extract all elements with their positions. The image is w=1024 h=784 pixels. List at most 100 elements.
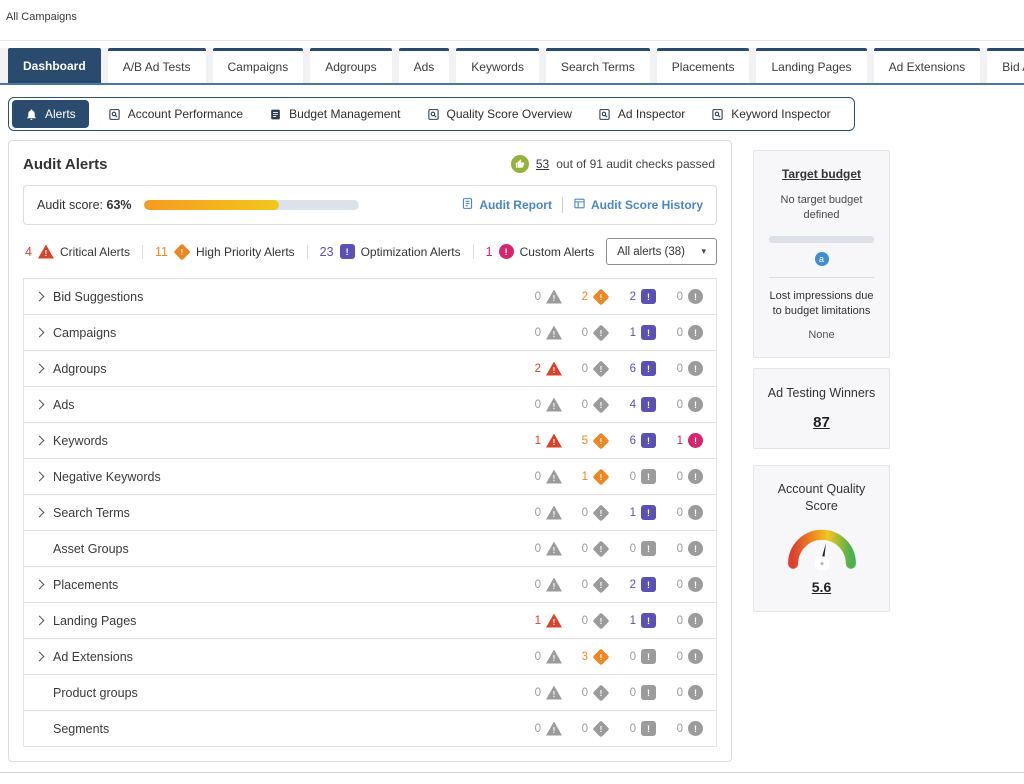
chevron-right-icon[interactable] xyxy=(34,507,45,518)
toolbar-item-alerts[interactable]: Alerts xyxy=(12,100,89,128)
table-row-ads[interactable]: Ads 0! 0! 4! 0! xyxy=(23,386,717,423)
toolbar-item-account-performance[interactable]: Account Performance xyxy=(95,98,256,130)
custom-alert-count: 0 xyxy=(676,362,683,375)
toolbar-item-quality-score-overview[interactable]: Quality Score Overview xyxy=(414,98,585,130)
optimization-alert-icon: ! xyxy=(641,361,656,376)
high-alert-cell: 3! xyxy=(562,648,610,665)
high-alert-count: 0 xyxy=(581,614,588,627)
account-quality-score-value[interactable]: 5.6 xyxy=(812,579,831,595)
high-alert-count: 3 xyxy=(581,650,588,663)
lost-impressions-value: None xyxy=(808,329,835,342)
row-label: Adgroups xyxy=(53,361,107,376)
audit-score-history-link[interactable]: Audit Score History xyxy=(573,197,703,213)
custom-alert-cell: 0! xyxy=(656,505,703,520)
alerts-filter-dropdown[interactable]: All alerts (38) ▾ xyxy=(606,238,717,265)
critical-alert-cell: 1! xyxy=(515,613,562,628)
tab-ads[interactable]: Ads xyxy=(398,48,450,83)
chevron-right-icon[interactable] xyxy=(34,399,45,410)
score-links: Audit Report Audit Score History xyxy=(461,197,703,213)
tab-landing-pages[interactable]: Landing Pages xyxy=(756,48,867,83)
row-alert-counts: 0! 0! 0! 0! xyxy=(515,720,703,737)
toolbar-item-keyword-inspector[interactable]: Keyword Inspector xyxy=(698,98,843,130)
table-row-bid-suggestions[interactable]: Bid Suggestions 0! 2! 2! 0! xyxy=(23,278,717,315)
table-row-landing-pages[interactable]: Landing Pages 1! 0! 1! 0! xyxy=(23,602,717,639)
table-row-placements[interactable]: Placements 0! 0! 2! 0! xyxy=(23,566,717,603)
chevron-right-icon[interactable] xyxy=(34,579,45,590)
critical-alert-cell: 0! xyxy=(515,469,562,484)
critical-alert-count: 0 xyxy=(534,542,541,555)
tab-dashboard[interactable]: Dashboard xyxy=(8,48,101,83)
custom-alert-count: 0 xyxy=(676,722,683,735)
ad-testing-winners-value[interactable]: 87 xyxy=(813,414,830,431)
critical-alert-cell: 0! xyxy=(515,397,562,412)
custom-alert-cell: 0! xyxy=(656,541,703,556)
table-row-ad-extensions[interactable]: Ad Extensions 0! 3! 0! 0! xyxy=(23,638,717,675)
optimization-alert-cell: 4! xyxy=(609,397,656,412)
audit-report-link[interactable]: Audit Report xyxy=(461,197,552,213)
high-alert-icon: ! xyxy=(173,243,191,260)
chevron-right-icon[interactable] xyxy=(34,363,45,374)
table-row-negative-keywords[interactable]: Negative Keywords 0! 1! 0! 0! xyxy=(23,458,717,495)
tab-search-terms[interactable]: Search Terms xyxy=(545,48,650,83)
custom-alert-cell: 0! xyxy=(656,685,703,700)
critical-alert-count: 0 xyxy=(534,470,541,483)
chevron-right-icon[interactable] xyxy=(34,435,45,446)
row-alert-counts: 0! 0! 4! 0! xyxy=(515,396,703,413)
optimization-alert-icon: ! xyxy=(641,721,656,736)
chevron-right-icon[interactable] xyxy=(34,651,45,662)
high-alert-icon: ! xyxy=(592,720,610,737)
tab-campaigns[interactable]: Campaigns xyxy=(212,48,304,83)
tab-bid-adjustments[interactable]: Bid Adjustments xyxy=(987,48,1024,83)
chevron-right-icon[interactable] xyxy=(34,327,45,338)
high-alert-icon: ! xyxy=(592,612,610,629)
summary-custom-alerts[interactable]: 1! Custom Alerts xyxy=(474,244,607,259)
audit-report-label: Audit Report xyxy=(479,198,552,212)
chevron-right-icon[interactable] xyxy=(34,291,45,302)
row-alert-counts: 0! 1! 0! 0! xyxy=(515,468,703,485)
breadcrumb[interactable]: All Campaigns xyxy=(6,11,77,23)
summary-optimization-alerts[interactable]: 23! Optimization Alerts xyxy=(308,244,474,259)
tab-placements[interactable]: Placements xyxy=(656,48,750,83)
tab-adgroups[interactable]: Adgroups xyxy=(310,48,392,83)
summary-critical-alerts[interactable]: 4! Critical Alerts xyxy=(23,244,143,259)
high-alert-count: 0 xyxy=(581,506,588,519)
high-alert-icon: ! xyxy=(592,468,610,485)
high-alert-icon: ! xyxy=(592,432,610,449)
summary-high-priority-alerts[interactable]: 11! High Priority Alerts xyxy=(143,243,308,260)
critical-alert-icon: ! xyxy=(546,397,562,412)
optimization-alert-cell: 0! xyxy=(609,469,656,484)
table-row-keywords[interactable]: Keywords 1! 5! 6! 1! xyxy=(23,422,717,459)
high-alert-count: 0 xyxy=(581,686,588,699)
doc-filled-icon xyxy=(269,108,282,121)
custom-alert-cell: 0! xyxy=(656,613,703,628)
alert-counts: 4! Critical Alerts 11! High Priority Alerts… xyxy=(23,243,607,260)
target-budget-link[interactable]: Target budget xyxy=(782,167,861,181)
toolbar-item-ad-inspector[interactable]: Ad Inspector xyxy=(585,98,698,130)
optimization-alert-count: 1 xyxy=(629,326,636,339)
checks-passed-link[interactable]: 53 xyxy=(536,157,549,171)
high-alert-count: 0 xyxy=(581,542,588,555)
optimization-alert-cell: 0! xyxy=(609,649,656,664)
table-row-adgroups[interactable]: Adgroups 2! 0! 6! 0! xyxy=(23,350,717,387)
tab-ad-extensions[interactable]: Ad Extensions xyxy=(873,48,981,83)
high-alert-icon: ! xyxy=(592,324,610,341)
custom-alert-icon: ! xyxy=(688,289,703,304)
ad-testing-winners-card: Ad Testing Winners 87 xyxy=(753,368,890,449)
account-quality-score-card: Account Quality Score 5.6 xyxy=(753,465,890,612)
toolbar-item-budget-management[interactable]: Budget Management xyxy=(256,98,413,130)
optimization-alert-cell: 2! xyxy=(609,577,656,592)
table-row-search-terms[interactable]: Search Terms 0! 0! 1! 0! xyxy=(23,494,717,531)
lost-impressions-label: Lost impressions due to budget limitatio… xyxy=(769,289,874,317)
links-divider xyxy=(561,197,563,213)
target-budget-message: No target budget defined xyxy=(780,194,863,221)
tab-keywords[interactable]: Keywords xyxy=(456,48,539,83)
tab-a-b-ad-tests[interactable]: A/B Ad Tests xyxy=(107,48,206,83)
critical-alert-cell: 0! xyxy=(515,685,562,700)
critical-alert-cell: 0! xyxy=(515,325,562,340)
table-row-campaigns[interactable]: Campaigns 0! 0! 1! 0! xyxy=(23,314,717,351)
chevron-right-icon[interactable] xyxy=(34,471,45,482)
chevron-right-icon[interactable] xyxy=(34,615,45,626)
high-alert-icon: ! xyxy=(592,540,610,557)
custom-alert-count: 0 xyxy=(676,290,683,303)
optimization-alert-icon: ! xyxy=(641,613,656,628)
